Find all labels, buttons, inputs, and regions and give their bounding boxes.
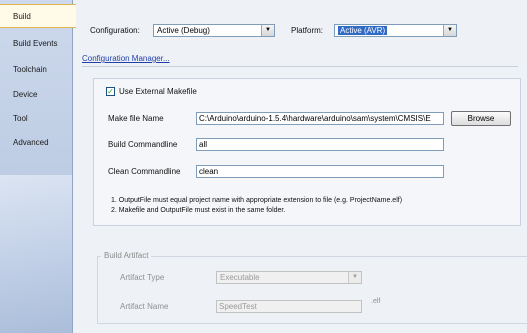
divider: [82, 66, 518, 67]
makefile-note-1: 1. OutputFile must equal project name wi…: [111, 197, 403, 204]
sidebar-item-advanced[interactable]: Advanced: [0, 131, 72, 155]
use-external-makefile-label: Use External Makefile: [119, 87, 197, 96]
artifact-name-label: Artifact Name: [120, 302, 169, 311]
artifact-type-value: Executable: [220, 273, 260, 282]
external-makefile-group: ✓ Use External Makefile Make file Name C…: [93, 78, 521, 226]
checkmark-icon: ✓: [107, 87, 114, 96]
project-properties-window: Build Build Events Toolchain Device Tool…: [0, 0, 527, 333]
sidebar-item-tool[interactable]: Tool: [0, 107, 72, 131]
platform-value: Active (AVR): [338, 26, 388, 35]
build-commandline-input[interactable]: all: [196, 138, 444, 151]
build-commandline-label: Build Commandline: [108, 140, 178, 149]
chevron-down-icon[interactable]: ▼: [443, 25, 456, 36]
build-settings-panel: Configuration: Active (Debug) ▼ Platform…: [73, 0, 527, 333]
configuration-manager-link[interactable]: Configuration Manager...: [82, 54, 170, 63]
artifact-extension: .elf: [371, 298, 381, 305]
platform-select[interactable]: Active (AVR) ▼: [334, 24, 457, 37]
chevron-down-icon[interactable]: ▼: [261, 25, 274, 36]
build-artifact-group: Build Artifact Artifact Type Executable …: [97, 251, 527, 324]
chevron-down-icon[interactable]: ▼: [348, 272, 361, 283]
artifact-name-input[interactable]: SpeedTest: [216, 300, 362, 313]
sidebar-item-build-events[interactable]: Build Events: [0, 32, 72, 56]
use-external-makefile-checkbox[interactable]: ✓: [106, 87, 115, 96]
sidebar: Build Build Events Toolchain Device Tool…: [0, 0, 76, 333]
artifact-type-select[interactable]: Executable ▼: [216, 271, 362, 284]
sidebar-item-build[interactable]: Build: [0, 4, 76, 28]
sidebar-background: [0, 175, 72, 333]
make-file-name-input[interactable]: C:\Arduino\arduino-1.5.4\hardware\arduin…: [196, 112, 444, 125]
make-file-name-label: Make file Name: [108, 114, 164, 123]
makefile-note-2: 2. Makefile and OutputFile must exist in…: [111, 207, 286, 214]
browse-button[interactable]: Browse: [451, 111, 511, 126]
configuration-value: Active (Debug): [157, 26, 210, 35]
configuration-select[interactable]: Active (Debug) ▼: [153, 24, 275, 37]
configuration-bar: Configuration: Active (Debug) ▼ Platform…: [73, 0, 527, 46]
build-artifact-legend: Build Artifact: [101, 251, 152, 260]
configuration-label: Configuration:: [90, 26, 140, 35]
artifact-type-label: Artifact Type: [120, 273, 165, 282]
platform-label: Platform:: [291, 26, 324, 35]
sidebar-item-toolchain[interactable]: Toolchain: [0, 58, 72, 82]
sidebar-item-device[interactable]: Device: [0, 83, 72, 107]
clean-commandline-label: Clean Commandline: [108, 167, 181, 176]
clean-commandline-input[interactable]: clean: [196, 165, 444, 178]
